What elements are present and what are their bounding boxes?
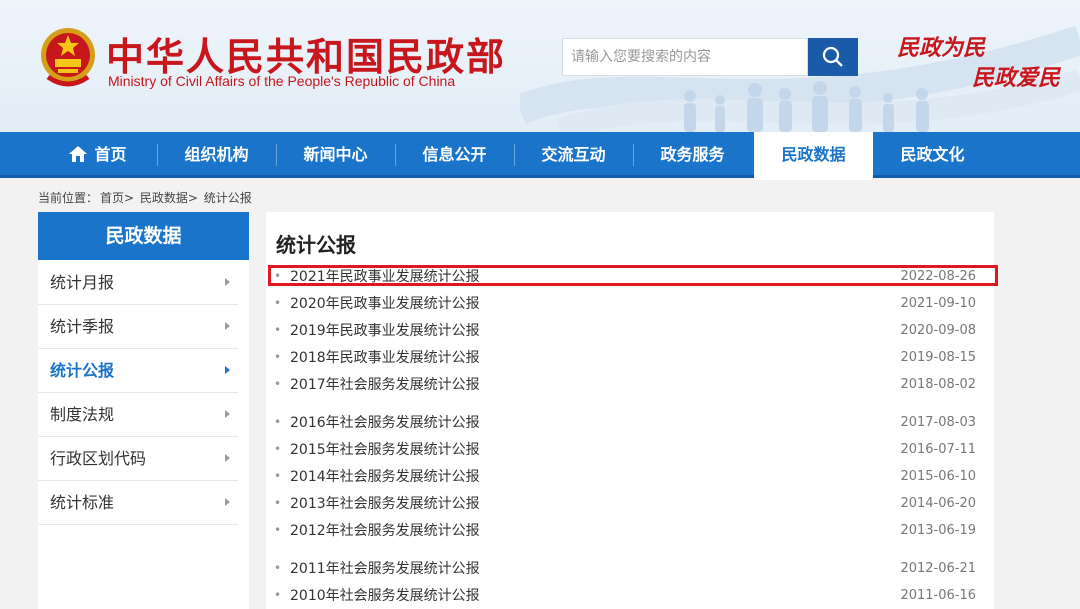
chevron-right-icon (225, 498, 230, 506)
search-icon (822, 46, 843, 67)
page-title: 统计公报 (276, 233, 356, 257)
list-item[interactable]: • 2021年民政事业发展统计公报 2022-08-26 (274, 266, 986, 288)
list-item-title[interactable]: 2017年社会服务发展统计公报 (290, 374, 480, 396)
nav-item-civil-data[interactable]: 民政数据 (754, 132, 873, 180)
list-item-title[interactable]: 2016年社会服务发展统计公报 (290, 412, 480, 434)
list-item[interactable]: • 2020年民政事业发展统计公报 2021-09-10 (274, 293, 986, 315)
list-item-title[interactable]: 2013年社会服务发展统计公报 (290, 493, 480, 515)
list-item-title[interactable]: 2021年民政事业发展统计公报 (290, 266, 480, 288)
national-emblem-icon (41, 28, 95, 87)
slogan-line-2: 民政爱民 (972, 65, 1061, 91)
breadcrumb: 当前位置： 首页> 民政数据> 统计公报 (38, 189, 254, 206)
list-item-date: 2021-09-10 (900, 296, 976, 311)
bullet-icon: • (274, 496, 282, 510)
slogan-line-1: 民政为民 (897, 35, 986, 61)
list-item-date: 2016-07-11 (900, 442, 976, 457)
list-item-date: 2019-08-15 (900, 350, 976, 365)
nav-item-services[interactable]: 政务服务 (633, 132, 752, 178)
list-item[interactable]: • 2011年社会服务发展统计公报 2012-06-21 (274, 558, 986, 580)
bullet-icon: • (274, 442, 282, 456)
list-item[interactable]: • 2013年社会服务发展统计公报 2014-06-20 (274, 493, 986, 515)
list-item-date: 2014-06-20 (900, 496, 976, 511)
chevron-right-icon (225, 366, 230, 374)
nav-item-home[interactable]: 首页 (38, 132, 157, 178)
list-item-date: 2012-06-21 (900, 561, 976, 576)
site-header: 中华人民共和国民政部 Ministry of Civil Affairs of … (0, 0, 1080, 132)
list-item-title[interactable]: 2014年社会服务发展统计公报 (290, 466, 480, 488)
bullet-icon: • (274, 561, 282, 575)
breadcrumb-prefix: 当前位置： (38, 191, 99, 205)
bullet-icon: • (274, 377, 282, 391)
sidebar-item-bulletin[interactable]: 统计公报 (38, 349, 238, 393)
list-item[interactable]: • 2019年民政事业发展统计公报 2020-09-08 (274, 320, 986, 342)
sidebar: 民政数据 统计月报 统计季报 统计公报 制度法规 行政区划代码 统计标准 (38, 212, 249, 609)
nav-item-organization[interactable]: 组织机构 (157, 132, 276, 178)
chevron-right-icon (225, 410, 230, 418)
sidebar-item-label: 统计月报 (50, 273, 115, 292)
list-item-date: 2022-08-26 (900, 269, 976, 284)
sidebar-item-label: 统计公报 (50, 361, 115, 380)
sidebar-item-label: 统计标准 (50, 493, 115, 512)
breadcrumb-current: 统计公报 (203, 191, 252, 205)
bullet-icon: • (274, 350, 282, 364)
sidebar-title: 民政数据 (38, 212, 249, 260)
nav-item-interaction[interactable]: 交流互动 (514, 132, 633, 178)
bullet-icon: • (274, 269, 282, 283)
sidebar-item-label: 制度法规 (50, 405, 115, 424)
chevron-right-icon (225, 278, 230, 286)
breadcrumb-civil-data-link[interactable]: 民政数据> (140, 191, 198, 205)
site-title-en: Ministry of Civil Affairs of the People'… (108, 73, 456, 89)
list-item[interactable]: • 2014年社会服务发展统计公报 2015-06-10 (274, 466, 986, 488)
nav-item-disclosure[interactable]: 信息公开 (395, 132, 514, 178)
list-item-date: 2015-06-10 (900, 469, 976, 484)
bullet-icon: • (274, 323, 282, 337)
bullet-icon: • (274, 469, 282, 483)
bullet-icon: • (274, 415, 282, 429)
main-content: 统计公报 • 2021年民政事业发展统计公报 2022-08-26 • 2020… (266, 212, 994, 609)
sidebar-item-quarterly[interactable]: 统计季报 (38, 305, 238, 349)
list-item-date: 2020-09-08 (900, 323, 976, 338)
list-item-title[interactable]: 2019年民政事业发展统计公报 (290, 320, 480, 342)
bullet-icon: • (274, 523, 282, 537)
search-button[interactable] (808, 38, 858, 76)
sidebar-item-regulations[interactable]: 制度法规 (38, 393, 238, 437)
breadcrumb-home-link[interactable]: 首页> (100, 191, 134, 205)
list-item[interactable]: • 2016年社会服务发展统计公报 2017-08-03 (274, 412, 986, 434)
list-item-date: 2017-08-03 (900, 415, 976, 430)
list-item-title[interactable]: 2015年社会服务发展统计公报 (290, 439, 480, 461)
chevron-right-icon (225, 322, 230, 330)
list-item[interactable]: • 2017年社会服务发展统计公报 2018-08-02 (274, 374, 986, 396)
bullet-icon: • (274, 588, 282, 602)
sidebar-item-label: 统计季报 (50, 317, 115, 336)
sidebar-item-division-codes[interactable]: 行政区划代码 (38, 437, 238, 481)
nav-label: 首页 (94, 145, 127, 164)
sidebar-item-label: 行政区划代码 (50, 449, 147, 468)
list-item-title[interactable]: 2010年社会服务发展统计公报 (290, 585, 480, 607)
list-item-title[interactable]: 2012年社会服务发展统计公报 (290, 520, 480, 542)
nav-item-news[interactable]: 新闻中心 (276, 132, 395, 178)
list-item[interactable]: • 2010年社会服务发展统计公报 2011-06-16 (274, 585, 986, 607)
chevron-right-icon (225, 454, 230, 462)
list-item-title[interactable]: 2020年民政事业发展统计公报 (290, 293, 480, 315)
main-nav: 首页 组织机构 新闻中心 信息公开 交流互动 政务服务 民政数据 民政文化 (0, 132, 1080, 180)
list-item-date: 2011-06-16 (900, 588, 976, 603)
sidebar-item-standards[interactable]: 统计标准 (38, 481, 238, 525)
list-item-title[interactable]: 2018年民政事业发展统计公报 (290, 347, 480, 369)
list-item-date: 2018-08-02 (900, 377, 976, 392)
people-silhouette-decoration (684, 81, 929, 132)
bullet-icon: • (274, 296, 282, 310)
search-input[interactable] (562, 38, 808, 76)
nav-item-culture[interactable]: 民政文化 (873, 132, 992, 178)
list-item[interactable]: • 2015年社会服务发展统计公报 2016-07-11 (274, 439, 986, 461)
list-item-title[interactable]: 2011年社会服务发展统计公报 (290, 558, 480, 580)
list-item[interactable]: • 2012年社会服务发展统计公报 2013-06-19 (274, 520, 986, 542)
list-item[interactable]: • 2018年民政事业发展统计公报 2019-08-15 (274, 347, 986, 369)
sidebar-item-monthly[interactable]: 统计月报 (38, 261, 238, 305)
home-icon (69, 146, 88, 162)
list-item-date: 2013-06-19 (900, 523, 976, 538)
